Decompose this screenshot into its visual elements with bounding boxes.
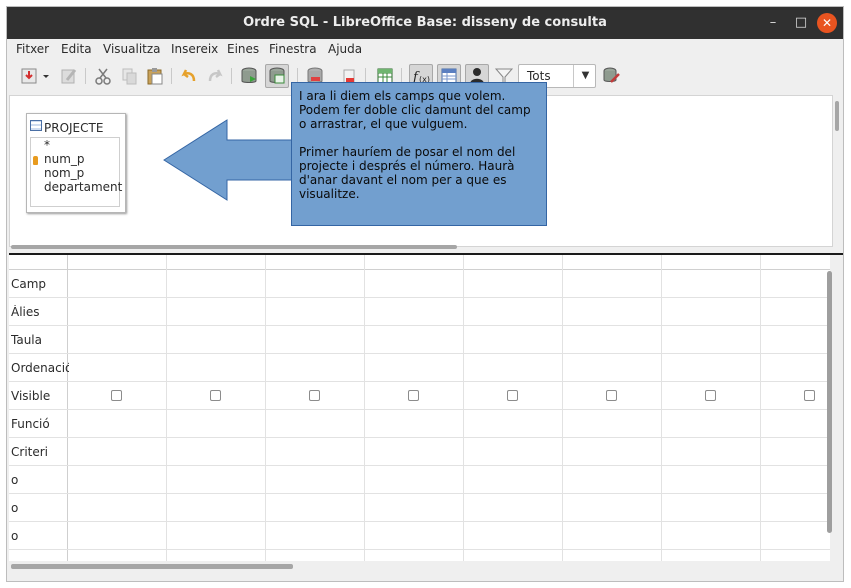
toolbar-separator [85, 68, 86, 84]
field-all[interactable]: * [44, 138, 50, 152]
grid-column-line [166, 255, 167, 561]
grid-column-line [265, 255, 266, 561]
grid-row-line [9, 549, 830, 550]
grid-row-line [9, 493, 830, 494]
query-design-grid: Camp Àlies Taula Ordenació Visible Funci… [9, 255, 830, 561]
visible-checkbox[interactable] [309, 390, 320, 401]
design-view-toggle[interactable] [265, 64, 289, 88]
grid-header-line [9, 269, 830, 270]
grid-vertical-scrollbar[interactable] [827, 271, 832, 533]
grid-row-line [9, 297, 830, 298]
menu-fitxer[interactable]: Fitxer [16, 42, 49, 56]
sql-native-icon[interactable] [601, 66, 621, 86]
visible-checkbox[interactable] [507, 390, 518, 401]
chevron-down-icon[interactable]: ▼ [573, 65, 597, 87]
table-pane-horizontal-scrollbar[interactable] [11, 245, 457, 249]
row-label-funcio: Funció [11, 417, 50, 431]
grid-row-line [9, 465, 830, 466]
grid-column-line [562, 255, 563, 561]
dropdown-arrow-icon[interactable] [41, 66, 51, 86]
table-title: PROJECTE [44, 121, 104, 135]
grid-row-line [9, 353, 830, 354]
undo-icon[interactable] [179, 66, 199, 86]
menu-finestra[interactable]: Finestra [269, 42, 317, 56]
row-label-o-1: o [11, 473, 19, 487]
field-nom-p[interactable]: nom_p [44, 166, 84, 180]
visible-checkbox[interactable] [408, 390, 419, 401]
toolbar-separator [171, 68, 172, 84]
app-window: Ordre SQL - LibreOffice Base: disseny de… [6, 6, 844, 582]
edit-icon[interactable] [59, 66, 79, 86]
menu-ajuda[interactable]: Ajuda [328, 42, 362, 56]
visible-checkbox[interactable] [210, 390, 221, 401]
primary-key-icon [33, 156, 38, 165]
redo-icon[interactable] [205, 66, 225, 86]
row-label-o-3: o [11, 529, 19, 543]
title-bar: Ordre SQL - LibreOffice Base: disseny de… [7, 7, 843, 39]
row-label-taula: Taula [11, 333, 42, 347]
menu-visualitza[interactable]: Visualitza [103, 42, 161, 56]
visible-checkbox[interactable] [804, 390, 815, 401]
grid-label-column-border [67, 255, 68, 561]
menu-bar: Fitxer Edita Visualitza Insereix Eines F… [7, 39, 843, 60]
grid-row-line [9, 381, 830, 382]
grid-row-line [9, 521, 830, 522]
minimize-button[interactable]: – [763, 13, 783, 33]
design-view-icon [269, 67, 285, 84]
row-label-criteri: Criteri [11, 445, 49, 459]
row-label-o-2: o [11, 501, 19, 515]
grid-row-line [9, 325, 830, 326]
grid-row-line [9, 437, 830, 438]
window-title: Ordre SQL - LibreOffice Base: disseny de… [243, 15, 607, 30]
callout-paragraph-1: I ara li diem els camps que volem. Podem… [299, 89, 531, 131]
field-list: * num_p nom_p departament [30, 137, 122, 207]
table-icon [30, 120, 42, 131]
row-label-ordenacio: Ordenació [11, 361, 69, 375]
copy-icon[interactable] [119, 66, 139, 86]
limit-select-value: Tots [527, 69, 551, 83]
row-label-alies: Àlies [11, 305, 40, 319]
grid-row-line [9, 409, 830, 410]
table-pane-vertical-scrollbar[interactable] [835, 101, 839, 131]
visible-checkbox[interactable] [705, 390, 716, 401]
callout-box: I ara li diem els camps que volem. Podem… [291, 82, 547, 226]
row-label-camp: Camp [11, 277, 47, 291]
visible-checkbox[interactable] [111, 390, 122, 401]
grid-column-line [364, 255, 365, 561]
table-window-projecte[interactable]: PROJECTE * num_p nom_p departament [26, 113, 126, 213]
visible-checkbox[interactable] [606, 390, 617, 401]
grid-column-line [661, 255, 662, 561]
menu-eines[interactable]: Eines [227, 42, 259, 56]
callout-paragraph-2: Primer hauríem de posar el nom del proje… [299, 145, 516, 201]
grid-column-line [760, 255, 761, 561]
grid-horizontal-scrollbar[interactable] [11, 564, 293, 569]
maximize-button[interactable]: □ [791, 13, 811, 33]
row-label-visible: Visible [11, 389, 51, 403]
paste-icon[interactable] [145, 66, 165, 86]
field-departament[interactable]: departament [44, 180, 122, 194]
callout-arrow [163, 119, 295, 201]
grid-column-line [463, 255, 464, 561]
save-icon[interactable] [19, 66, 39, 86]
close-button[interactable]: ✕ [817, 13, 837, 33]
menu-insereix[interactable]: Insereix [171, 42, 218, 56]
menu-edita[interactable]: Edita [61, 42, 92, 56]
run-query-icon[interactable] [239, 66, 259, 86]
field-num-p[interactable]: num_p [44, 152, 85, 166]
cut-icon[interactable] [93, 66, 113, 86]
toolbar-separator [231, 68, 232, 84]
